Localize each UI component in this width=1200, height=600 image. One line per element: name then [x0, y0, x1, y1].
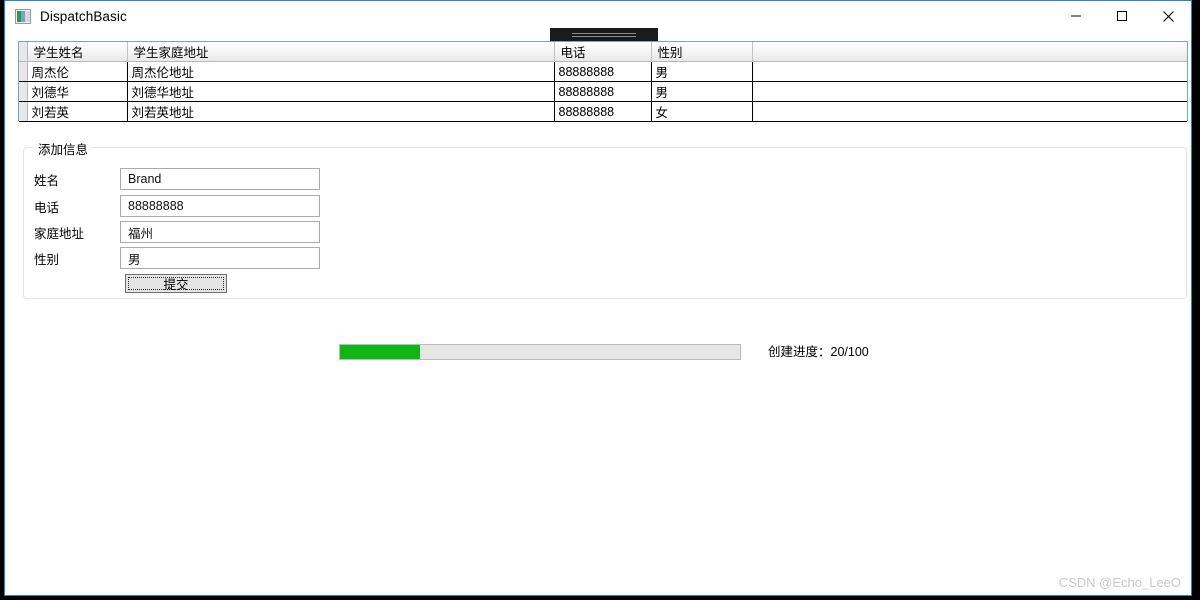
progress-fill — [340, 345, 420, 359]
submit-button[interactable]: 提交 — [125, 274, 227, 293]
cell-gender[interactable]: 男 — [651, 81, 753, 102]
add-info-groupbox: 添加信息 姓名 电话 家庭地址 性别 提交 — [23, 139, 1187, 299]
minimize-button[interactable] — [1053, 1, 1099, 31]
table-row[interactable]: 周杰伦 周杰伦地址 88888888 男 — [19, 61, 1187, 82]
cell-filler — [752, 61, 1187, 82]
label-phone: 电话 — [34, 200, 60, 215]
column-header-name[interactable]: 学生姓名 — [27, 42, 128, 62]
address-input[interactable] — [120, 221, 320, 243]
window-title: DispatchBasic — [40, 8, 127, 24]
application-window: DispatchBasic 学生姓名 学生家庭地址 电话 性别 周杰伦 周杰伦地… — [4, 0, 1192, 596]
row-selector[interactable] — [19, 101, 28, 122]
creation-progress-bar — [339, 344, 741, 360]
column-header-address[interactable]: 学生家庭地址 — [127, 42, 555, 62]
label-gender: 性别 — [34, 252, 60, 267]
column-header-gender[interactable]: 性别 — [651, 42, 753, 62]
groupbox-legend: 添加信息 — [34, 139, 93, 158]
close-icon — [1162, 10, 1175, 23]
cell-name[interactable]: 刘德华 — [27, 81, 128, 102]
student-data-grid[interactable]: 学生姓名 学生家庭地址 电话 性别 周杰伦 周杰伦地址 88888888 男 刘… — [18, 41, 1188, 122]
minimize-icon — [1070, 10, 1082, 22]
cell-address[interactable]: 刘若英地址 — [127, 101, 555, 122]
cell-phone[interactable]: 88888888 — [554, 61, 652, 82]
progress-label: 创建进度：20/100 — [768, 345, 869, 359]
grid-scroll-grip[interactable] — [550, 28, 658, 41]
cell-name[interactable]: 刘若英 — [27, 101, 128, 122]
row-selector[interactable] — [19, 81, 28, 102]
form-row-address: 家庭地址 — [34, 221, 320, 243]
cell-filler — [752, 101, 1187, 122]
submit-button-label: 提交 — [128, 277, 224, 292]
label-address: 家庭地址 — [34, 226, 85, 241]
app-icon-pane-grey — [25, 10, 30, 22]
cell-phone[interactable]: 88888888 — [554, 81, 652, 102]
column-header-phone[interactable]: 电话 — [554, 42, 652, 62]
name-input[interactable] — [120, 168, 320, 190]
column-header-filler — [752, 42, 1187, 62]
cell-gender[interactable]: 男 — [651, 61, 753, 82]
form-row-name: 姓名 — [34, 168, 320, 190]
watermark: CSDN @Echo_LeeO — [1058, 575, 1181, 590]
phone-input[interactable] — [120, 195, 320, 217]
grip-line-icon — [572, 36, 636, 37]
maximize-button[interactable] — [1099, 1, 1145, 31]
title-bar: DispatchBasic — [5, 1, 1191, 31]
app-window-icon — [15, 8, 31, 24]
table-header-row: 学生姓名 学生家庭地址 电话 性别 — [19, 42, 1187, 62]
table-row[interactable]: 刘若英 刘若英地址 88888888 女 — [19, 101, 1187, 122]
cell-filler — [752, 81, 1187, 102]
table-row[interactable]: 刘德华 刘德华地址 88888888 男 — [19, 81, 1187, 102]
row-selector[interactable] — [19, 61, 28, 82]
cell-gender[interactable]: 女 — [651, 101, 753, 122]
form-row-phone: 电话 — [34, 195, 320, 217]
close-button[interactable] — [1145, 1, 1191, 31]
form-row-gender: 性别 — [34, 247, 320, 269]
cell-name[interactable]: 周杰伦 — [27, 61, 128, 82]
cell-address[interactable]: 刘德华地址 — [127, 81, 555, 102]
row-header-corner — [19, 42, 28, 62]
label-name: 姓名 — [34, 173, 60, 188]
grip-line-icon — [572, 33, 636, 34]
student-table: 学生姓名 学生家庭地址 电话 性别 周杰伦 周杰伦地址 88888888 男 刘… — [19, 42, 1187, 122]
cell-address[interactable]: 周杰伦地址 — [127, 61, 555, 82]
cell-phone[interactable]: 88888888 — [554, 101, 652, 122]
maximize-icon — [1116, 10, 1128, 22]
gender-input[interactable] — [120, 247, 320, 269]
